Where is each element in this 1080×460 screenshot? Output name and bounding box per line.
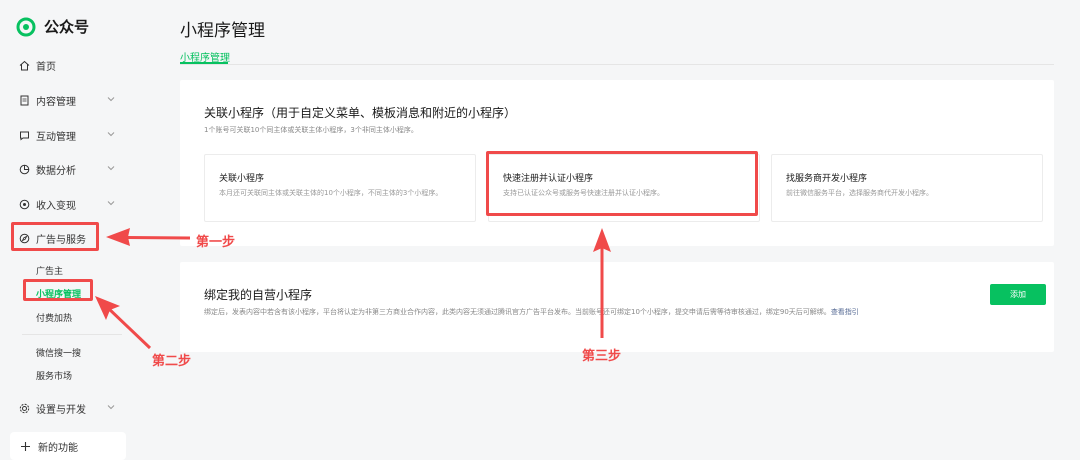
annotation-arrows xyxy=(95,228,611,350)
step1-label: 第一步 xyxy=(196,235,236,250)
step3-label: 第三步 xyxy=(582,349,622,364)
arrow-step2 xyxy=(105,305,152,350)
step2-label: 第二步 xyxy=(152,354,192,369)
arrow-step1 xyxy=(125,236,191,240)
arrowhead-step1 xyxy=(106,228,130,246)
